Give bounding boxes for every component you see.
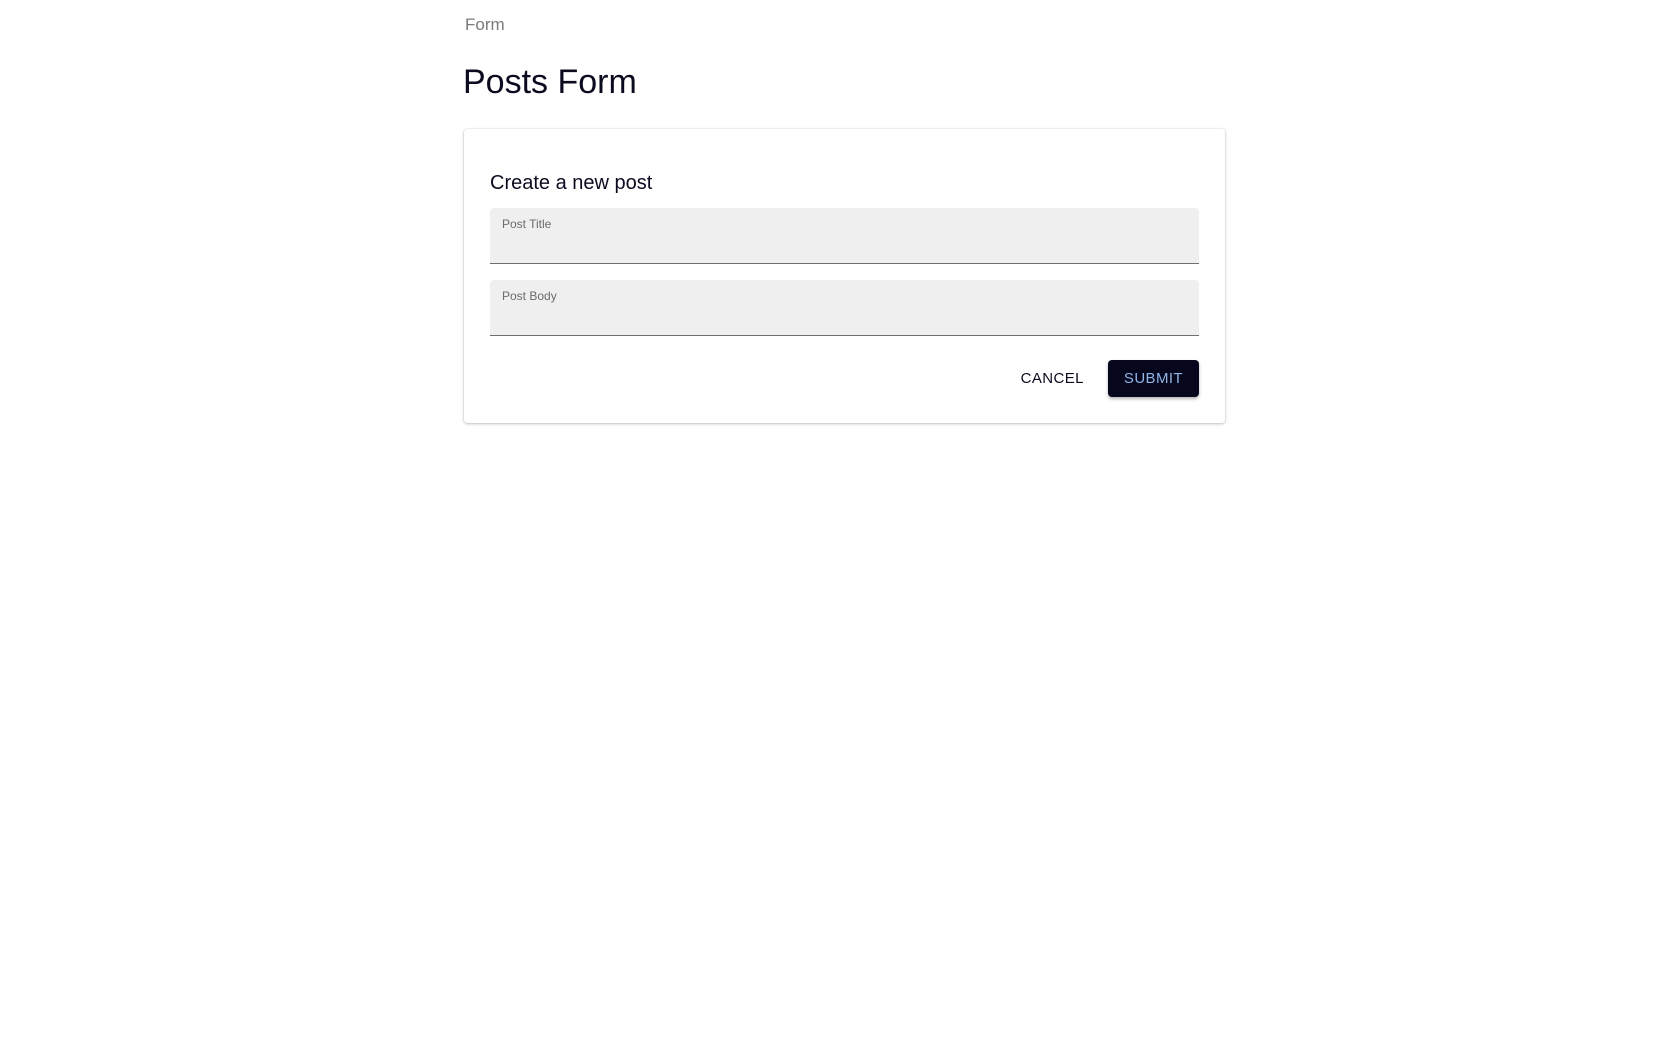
page-title: Posts Form [463,63,637,101]
breadcrumb[interactable]: Form [465,14,505,36]
post-title-input[interactable] [502,234,1187,258]
post-title-field[interactable]: Post Title [490,208,1199,264]
post-form-card: Create a new post Post Title Post Body C… [464,129,1225,423]
post-body-field[interactable]: Post Body [490,280,1199,336]
form-heading: Create a new post [490,172,653,194]
post-title-label: Post Title [502,217,552,231]
submit-button[interactable]: SUBMIT [1107,360,1199,397]
page: Form Posts Form Create a new post Post T… [0,0,1680,1050]
post-body-label: Post Body [502,289,557,303]
form-actions: CANCEL SUBMIT [1009,360,1199,397]
cancel-button[interactable]: CANCEL [1009,360,1096,397]
post-body-input[interactable] [502,306,1187,330]
